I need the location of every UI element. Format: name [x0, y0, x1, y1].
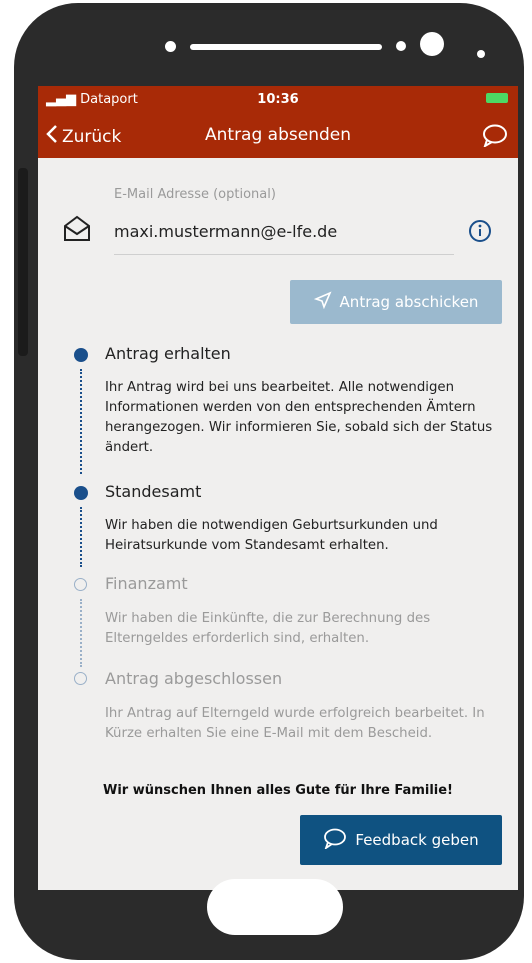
- battery-icon: [486, 93, 508, 103]
- step-description-finanzamt: Wir haben die Einkünfte, die zur Berechn…: [105, 611, 431, 646]
- phone-side-button: [18, 168, 28, 356]
- email-field-label: E-Mail Adresse (optional): [114, 187, 276, 202]
- paper-plane-icon: [313, 291, 332, 313]
- step-check-icon: [74, 348, 88, 362]
- email-field-underline: [114, 254, 454, 255]
- send-application-button[interactable]: Antrag abschicken: [290, 280, 502, 324]
- status-bar: ▂▄▆ Dataport 10:36: [38, 86, 518, 114]
- step-title-antrag-abgeschlossen: Antrag abgeschlossen: [105, 669, 283, 688]
- info-icon[interactable]: [468, 219, 492, 243]
- feedback-button-label: Feedback geben: [355, 831, 479, 849]
- chat-bubble-icon[interactable]: [482, 123, 508, 149]
- step-title-standesamt: Standesamt: [105, 482, 202, 501]
- email-field[interactable]: maxi.mustermann@e-lfe.de: [114, 222, 337, 241]
- speaker-bar: [190, 44, 382, 50]
- step-connector: [80, 507, 82, 567]
- envelope-icon: [62, 214, 92, 244]
- step-connector: [80, 599, 82, 667]
- app-screen: ▂▄▆ Dataport 10:36 Zurück Antrag absende…: [38, 86, 518, 890]
- step-title-antrag-erhalten: Antrag erhalten: [105, 344, 231, 363]
- step-open-circle-icon: [74, 672, 87, 685]
- step-title-finanzamt: Finanzamt: [105, 574, 188, 593]
- page-title: Antrag absenden: [205, 125, 351, 145]
- step-open-circle-icon: [74, 578, 87, 591]
- step-connector: [80, 369, 82, 474]
- sensor-dot: [396, 41, 406, 51]
- step-description-standesamt: Wir haben die notwendigen Geburtsurkunde…: [105, 518, 438, 553]
- step-description-antrag-erhalten: Ihr Antrag wird bei uns bearbeitet. Alle…: [105, 380, 493, 455]
- step-check-icon: [74, 486, 88, 500]
- clock: 10:36: [257, 92, 299, 107]
- feedback-button[interactable]: Feedback geben: [300, 815, 502, 865]
- chat-bubble-icon: [323, 827, 347, 853]
- closing-message: Wir wünschen Ihnen alles Gute für Ihre F…: [103, 783, 453, 798]
- camera-dot: [165, 41, 176, 52]
- send-button-label: Antrag abschicken: [339, 293, 479, 311]
- home-button[interactable]: [207, 879, 343, 935]
- navigation-bar: Zurück Antrag absenden: [38, 114, 518, 158]
- status-icons: [486, 92, 508, 107]
- front-camera: [420, 32, 444, 56]
- light-sensor: [477, 50, 485, 58]
- step-description-antrag-abgeschlossen: Ihr Antrag auf Elterngeld wurde erfolgre…: [105, 706, 485, 741]
